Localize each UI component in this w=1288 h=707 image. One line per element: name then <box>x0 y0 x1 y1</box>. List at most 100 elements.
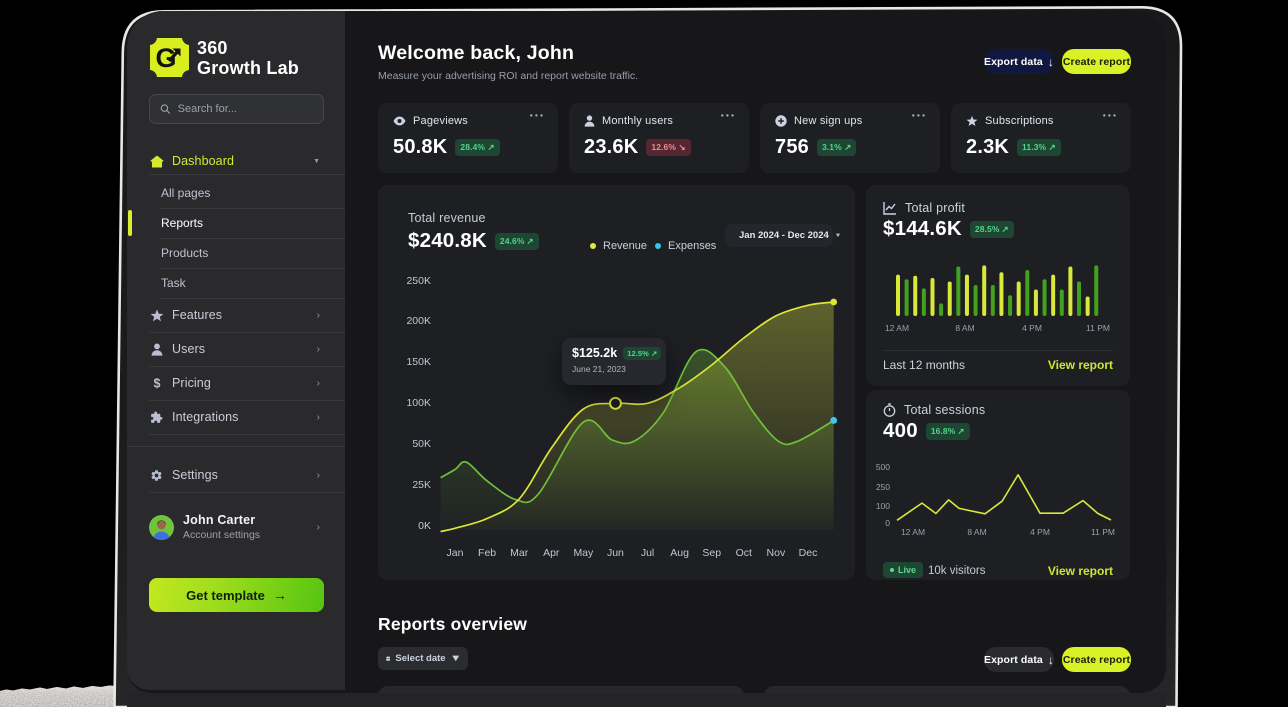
x-axis-label: Apr <box>537 547 565 559</box>
sidebar-item-dashboard[interactable]: Dashboard ▼ <box>127 147 345 175</box>
stat-card-monthly-users: Monthly users ●●● 23.6K 12.6% ↘ <box>569 103 749 173</box>
profile[interactable]: John Carter Account settings › <box>127 508 345 546</box>
profit-view-report-link[interactable]: View report <box>1048 358 1113 372</box>
x-axis-label: Jul <box>634 547 662 559</box>
x-axis-label: 11 PM <box>1087 527 1119 537</box>
visitors-label: 10k visitors <box>928 565 986 577</box>
profit-bar <box>982 265 986 316</box>
stat-delta-badge: 3.1% ↗ <box>817 139 856 156</box>
search-icon <box>160 103 171 115</box>
profit-bar <box>1043 279 1047 316</box>
x-axis-label: Sep <box>698 547 726 559</box>
chevron-down-icon: ▼ <box>449 653 461 664</box>
dollar-icon: $ <box>149 376 164 390</box>
profit-bar <box>1086 296 1090 316</box>
x-axis-label: May <box>569 547 597 559</box>
profit-bar <box>1034 290 1038 316</box>
brand-logo[interactable]: G 360 Growth Lab <box>149 37 299 78</box>
profile-name: John Carter <box>183 513 260 527</box>
x-axis-label: Jan <box>441 547 469 559</box>
profit-bar <box>1025 270 1029 316</box>
sidebar-item-label: Features <box>172 308 222 322</box>
export-data-button[interactable]: Export data ↓ <box>984 49 1054 74</box>
total-revenue-card: Total revenue $240.8K 24.6%↗ Revenue Exp… <box>378 185 855 580</box>
total-sessions-card: Total sessions 400 16.8%↗ 5002501000 12 … <box>866 390 1130 580</box>
profit-bar <box>1094 265 1098 316</box>
sidebar-item-pricing[interactable]: $ Pricing › <box>127 366 345 400</box>
y-axis-label: 25K <box>401 479 431 491</box>
sidebar-subitem-products[interactable]: Products <box>127 238 345 268</box>
stat-card-subscriptions: Subscriptions ●●● 2.3K 11.3% ↗ <box>951 103 1131 173</box>
divider <box>149 492 345 493</box>
live-label: Live <box>898 565 916 575</box>
search-box[interactable] <box>149 94 324 124</box>
profit-bar <box>974 285 978 316</box>
sidebar-item-label: Users <box>172 342 205 356</box>
y-axis-label: 250K <box>401 275 431 287</box>
sessions-view-report-link[interactable]: View report <box>1048 564 1113 578</box>
search-input[interactable] <box>178 103 313 115</box>
y-axis-label: 50K <box>401 438 431 450</box>
reports-overview-title: Reports overview <box>378 614 527 635</box>
sidebar-item-users[interactable]: Users › <box>127 332 345 366</box>
create-report-button[interactable]: Create report <box>1062 49 1131 74</box>
x-axis-label: 11 PM <box>1082 323 1114 333</box>
svg-text:$: $ <box>153 377 160 391</box>
y-axis-label: 100K <box>401 397 431 409</box>
profit-bar <box>930 278 934 316</box>
sidebar-subitem-all-pages[interactable]: All pages <box>127 178 345 208</box>
sidebar-subitem-reports[interactable]: Reports <box>127 208 345 238</box>
carpet-texture <box>0 680 115 707</box>
stat-value: 23.6K <box>584 136 638 159</box>
x-axis-label: 8 AM <box>961 527 993 537</box>
user-icon <box>584 115 595 127</box>
sidebar-item-label: Integrations <box>172 410 239 424</box>
get-template-button[interactable]: Get template → <box>149 578 324 612</box>
more-options-icon[interactable]: ●●● <box>1103 113 1118 119</box>
more-options-icon[interactable]: ●●● <box>912 113 927 119</box>
sidebar-item-label: Settings <box>172 468 218 482</box>
sidebar-item-label: Dashboard <box>172 154 234 168</box>
calendar-icon <box>386 653 390 664</box>
more-options-icon[interactable]: ●●● <box>530 113 545 119</box>
stage: G 360 Growth Lab Dash <box>0 0 1288 707</box>
select-date-dropdown[interactable]: Select date ▼ <box>378 647 468 670</box>
profit-bar <box>991 285 995 316</box>
tooltip-value: $125.2k <box>572 346 617 360</box>
chevron-right-icon: › <box>317 378 320 389</box>
revenue-end-dot <box>830 299 837 306</box>
profit-bar <box>948 282 952 317</box>
stat-delta-badge: 28.4% ↗ <box>455 139 499 156</box>
create-report-button-bottom[interactable]: Create report <box>1062 647 1131 672</box>
sidebar-item-settings[interactable]: Settings › <box>127 458 345 492</box>
chart-tooltip: $125.2k 12.5%↗ June 21, 2023 <box>562 338 666 385</box>
sidebar: G 360 Growth Lab Dash <box>127 11 345 690</box>
chevron-down-icon: ▼ <box>313 158 320 165</box>
select-date-label: Select date <box>395 653 445 664</box>
sidebar-item-features[interactable]: Features › <box>127 298 345 332</box>
download-arrow-icon: ↓ <box>1048 55 1054 69</box>
report-card-left <box>378 686 744 693</box>
profit-bar <box>999 272 1003 316</box>
sessions-line <box>897 475 1111 521</box>
more-options-icon[interactable]: ●●● <box>721 113 736 119</box>
home-icon <box>149 155 164 168</box>
chevron-right-icon: › <box>317 344 320 355</box>
y-axis-label: 500 <box>866 462 890 472</box>
download-arrow-icon: ↓ <box>1048 653 1054 667</box>
x-axis-label: Dec <box>794 547 822 559</box>
profit-bar <box>922 288 926 316</box>
device-screen-band <box>127 693 1166 707</box>
trend-up-icon: ↗ <box>651 349 657 358</box>
sidebar-subitem-task[interactable]: Task <box>127 268 345 298</box>
brand-line1: 360 <box>197 38 299 58</box>
stat-label: New sign ups <box>794 115 862 127</box>
y-axis-label: 0K <box>401 520 431 532</box>
chevron-right-icon: › <box>317 310 320 321</box>
active-indicator <box>128 210 132 236</box>
puzzle-icon <box>149 411 164 424</box>
sidebar-item-integrations[interactable]: Integrations › <box>127 400 345 434</box>
profit-bar <box>913 276 917 316</box>
sidebar-subitem-label: Reports <box>161 216 203 230</box>
export-data-button-bottom[interactable]: Export data ↓ <box>984 647 1054 672</box>
